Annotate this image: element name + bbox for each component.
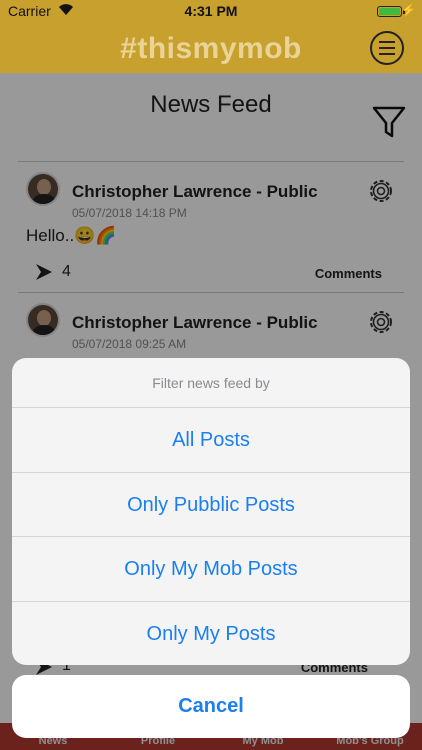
option-my-mob-posts[interactable]: Only My Mob Posts: [12, 537, 410, 602]
clock: 4:31 PM: [184, 3, 238, 19]
cancel-button[interactable]: Cancel: [12, 675, 410, 738]
menu-button[interactable]: [370, 31, 404, 65]
app-logo: #thismymob: [120, 32, 302, 65]
battery-icon: [377, 6, 405, 17]
menu-icon-line: [379, 53, 395, 55]
charging-icon: ⚡: [401, 3, 416, 17]
option-my-posts[interactable]: Only My Posts: [12, 602, 410, 666]
option-all-posts[interactable]: All Posts: [12, 408, 410, 473]
app-header: #thismymob: [0, 24, 422, 73]
action-sheet: Filter news feed by All Posts Only Pubbl…: [12, 358, 410, 665]
menu-icon-line: [379, 47, 395, 49]
status-bar: Carrier 4:31 PM ⚡: [0, 0, 422, 24]
menu-icon-line: [379, 41, 395, 43]
action-sheet-title: Filter news feed by: [12, 358, 410, 408]
option-public-posts[interactable]: Only Pubblic Posts: [12, 473, 410, 537]
